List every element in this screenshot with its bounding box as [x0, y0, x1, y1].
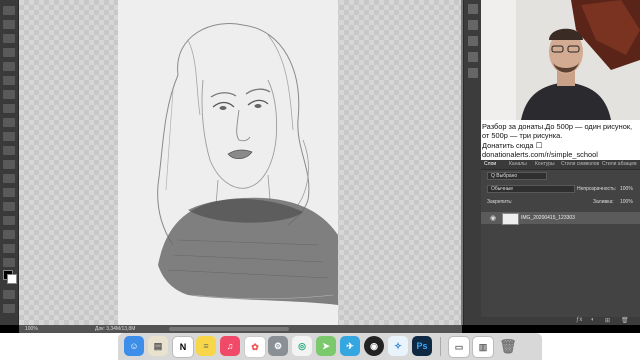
dock-separator [440, 337, 441, 356]
tools-panel [0, 0, 19, 325]
chrome-icon[interactable]: ◎ [292, 336, 312, 356]
properties-panel-icon[interactable] [468, 20, 478, 30]
obs-icon[interactable]: ◉ [364, 336, 384, 356]
zoom-tool-icon[interactable] [3, 258, 15, 267]
history-brush-tool-icon[interactable] [3, 118, 15, 127]
layers-panel-tabs: Слои Каналы Контуры Стили символов Стили… [481, 160, 640, 170]
canvas-horizontal-scrollbar[interactable] [169, 327, 289, 331]
portrait-sketch-icon [157, 23, 338, 305]
webcam-feed [481, 0, 640, 120]
music-icon[interactable]: ♫ [220, 336, 240, 356]
status-bar: 100% Док: 3,34М/13,8М [19, 325, 462, 333]
visibility-eye-icon[interactable]: ◉ [490, 214, 496, 222]
document-icon[interactable]: ▭ [448, 336, 470, 358]
photos-icon[interactable]: ✿ [244, 336, 266, 358]
overlay-line-4: donationalerts.com/r/simple_school [482, 150, 598, 160]
path-selection-tool-icon[interactable] [3, 216, 15, 225]
layer-filter-select[interactable]: Q Выбрано [487, 172, 547, 180]
tab-channels[interactable]: Каналы [509, 160, 527, 169]
crop-tool-icon[interactable] [3, 48, 15, 57]
panel-dock-strip [463, 0, 482, 325]
layer-row[interactable]: ◉ IMG_20200415_123303 [481, 212, 640, 225]
overlay-line-2: от 500р — три рисунка. [482, 131, 563, 141]
tab-paths[interactable]: Контуры [535, 160, 555, 169]
opacity-label: Непрозрачность: [577, 186, 617, 192]
safari-icon[interactable]: ✧ [388, 336, 408, 356]
layers-footer: ƒx ◐ ⊞ 🗑 [481, 317, 640, 325]
mask-icon[interactable]: ◐ [591, 317, 595, 323]
dodge-tool-icon[interactable] [3, 174, 15, 183]
delete-layer-icon[interactable]: 🗑 [621, 317, 629, 324]
type-tool-icon[interactable] [3, 202, 15, 211]
fx-icon[interactable]: ƒx [576, 317, 582, 323]
gradient-tool-icon[interactable] [3, 146, 15, 155]
finder-icon[interactable]: ☺ [124, 336, 144, 356]
overlay-line-3: Донатить сюда ☐ [482, 140, 543, 150]
stamp-tool-icon[interactable] [3, 104, 15, 113]
brush-tool-icon[interactable] [3, 90, 15, 99]
blur-tool-icon[interactable] [3, 160, 15, 169]
maps-icon[interactable]: ➤ [316, 336, 336, 356]
history-panel-icon[interactable] [468, 4, 478, 14]
telegram-icon[interactable]: ✈ [340, 336, 360, 356]
zoom-level: 100% [25, 326, 38, 332]
lasso-tool-icon[interactable] [3, 34, 15, 43]
blend-mode-select[interactable]: Обычные [487, 185, 575, 193]
system-preferences-icon[interactable]: ⚙ [268, 336, 288, 356]
tab-character-styles[interactable]: Стили символов [561, 160, 599, 169]
screen-mode-icon[interactable] [3, 304, 15, 313]
opacity-value[interactable]: 100% [620, 185, 633, 193]
pen-tool-icon[interactable] [3, 188, 15, 197]
preview-icon[interactable]: ▤ [148, 336, 168, 356]
shape-tool-icon[interactable] [3, 230, 15, 239]
streamer-video-icon [481, 0, 640, 120]
fill-value[interactable]: 100% [620, 198, 633, 206]
eraser-tool-icon[interactable] [3, 132, 15, 141]
layers-panel: Слои Каналы Контуры Стили символов Стили… [481, 160, 640, 325]
brushes-panel-icon[interactable] [468, 68, 478, 78]
move-tool-icon[interactable] [3, 6, 15, 15]
layer-name[interactable]: IMG_20200415_123303 [521, 212, 575, 224]
photoshop-icon[interactable]: Ps [412, 336, 432, 356]
eyedropper-tool-icon[interactable] [3, 62, 15, 71]
hand-tool-icon[interactable] [3, 244, 15, 253]
macos-dock: ☺ ▤ N ≡ ♫ ✿ ⚙ ◎ ➤ ✈ ◉ ✧ Ps ▭ ▥ 🗑 [118, 333, 542, 360]
tab-layers[interactable]: Слои [484, 160, 496, 169]
trash-icon[interactable]: 🗑 [498, 336, 518, 356]
notion-icon[interactable]: N [172, 336, 194, 358]
fill-label: Заливка: [593, 199, 614, 205]
adjustments-panel-icon[interactable] [468, 36, 478, 46]
donation-overlay: Разбор за донаты.До 500р — один рисунок,… [481, 120, 640, 160]
screenshot-icon[interactable]: ▥ [472, 336, 494, 358]
quick-mask-icon[interactable] [3, 290, 15, 299]
tab-paragraph-styles[interactable]: Стили абзацев [602, 160, 637, 169]
swatches-panel-icon[interactable] [468, 52, 478, 62]
drawing-artwork [118, 0, 338, 325]
new-layer-icon[interactable]: ⊞ [605, 317, 610, 324]
overlay-line-1: Разбор за донаты.До 500р — один рисунок, [482, 122, 633, 131]
healing-tool-icon[interactable] [3, 76, 15, 85]
notes-icon[interactable]: ≡ [196, 336, 216, 356]
document-info: Док: 3,34М/13,8М [95, 326, 136, 332]
layer-thumbnail [502, 213, 519, 225]
background-color-icon[interactable] [7, 274, 17, 284]
marquee-tool-icon[interactable] [3, 20, 15, 29]
lock-label: Закрепить: [487, 199, 513, 205]
